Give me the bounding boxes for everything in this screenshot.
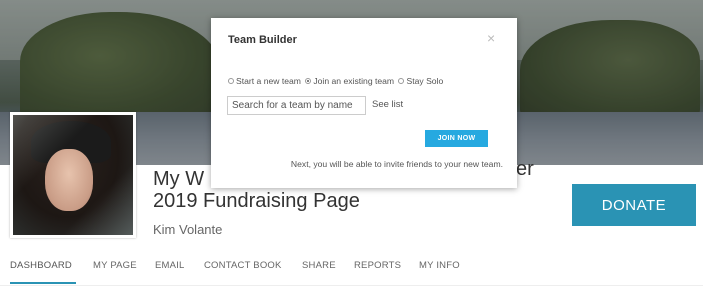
nav-item-my-page[interactable]: MY PAGE	[93, 260, 137, 271]
option-join-existing-team[interactable]: Join an existing team	[305, 76, 394, 86]
nav-item-dashboard[interactable]: DASHBOARD	[10, 260, 72, 271]
option-label: Stay Solo	[406, 76, 444, 86]
nav-active-indicator	[10, 282, 76, 284]
option-start-new-team[interactable]: Start a new team	[228, 76, 301, 86]
radio-icon[interactable]	[228, 78, 234, 84]
nav-item-share[interactable]: SHARE	[302, 260, 336, 271]
photo-background	[13, 115, 133, 235]
owner-name: Kim Volante	[153, 222, 223, 237]
profile-photo	[10, 112, 136, 238]
close-icon[interactable]: ×	[487, 30, 495, 46]
option-label: Start a new team	[236, 76, 301, 86]
nav-item-my-info[interactable]: MY INFO	[419, 260, 460, 271]
team-options: Start a new team Join an existing team S…	[228, 76, 445, 86]
page-title-line1-left: My W	[153, 168, 205, 190]
radio-icon[interactable]	[398, 78, 405, 84]
modal-title: Team Builder	[228, 34, 297, 46]
nav-item-reports[interactable]: REPORTS	[354, 260, 401, 271]
nav-item-contact-book[interactable]: CONTACT BOOK	[204, 260, 282, 271]
join-now-button[interactable]: JOIN NOW	[425, 130, 488, 147]
team-builder-modal: Team Builder × Start a new team Join an …	[211, 18, 517, 188]
see-list-link[interactable]: See list	[372, 99, 403, 110]
donate-button[interactable]: DONATE	[572, 184, 696, 226]
page-nav: DASHBOARD MY PAGE EMAIL CONTACT BOOK SHA…	[0, 256, 703, 286]
option-stay-solo[interactable]: Stay Solo	[398, 76, 443, 86]
page-title-line2: 2019 Fundraising Page	[153, 190, 360, 212]
modal-note: Next, you will be able to invite friends…	[290, 159, 503, 169]
team-search-input[interactable]	[227, 96, 366, 115]
radio-icon[interactable]	[305, 78, 312, 84]
nav-item-email[interactable]: EMAIL	[155, 260, 185, 271]
option-label: Join an existing team	[313, 76, 395, 86]
